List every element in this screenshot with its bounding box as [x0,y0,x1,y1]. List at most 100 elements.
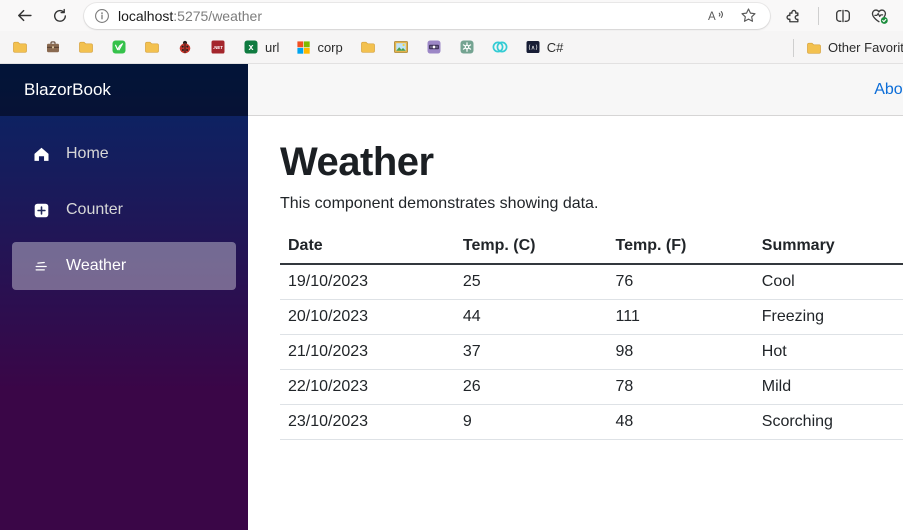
bookmark-label: corp [317,39,343,55]
cell-date: 19/10/2023 [280,264,455,300]
folder-icon [79,41,93,53]
browser-toolbar: localhost:5275/weather A [0,0,903,31]
cell-temp-c: 25 [454,264,608,300]
csharp-site-icon: (∧) [526,41,540,53]
list-icon [32,257,50,275]
folder-icon [145,41,159,53]
cell-date: 21/10/2023 [280,334,455,370]
bookmark-godaddy[interactable] [492,39,508,55]
other-favorites-label: Other Favorites [828,40,903,55]
table-row: 19/10/2023 25 76 Cool [280,264,903,300]
cell-summary: Freezing [753,299,903,335]
teal-swirl-icon [492,41,508,53]
folder-icon [13,41,27,53]
cell-date: 23/10/2023 [280,404,455,440]
read-aloud-icon[interactable]: A [704,4,728,28]
bookmark-green-app[interactable] [111,39,127,55]
sidebar-item-label: Counter [66,201,123,218]
bookmark-csharp[interactable]: (∧) C# [525,39,564,55]
column-header-temp-c: Temp. (C) [454,229,608,265]
column-header-date: Date [280,229,455,265]
other-favorites[interactable]: Other Favorites [793,31,903,64]
cell-temp-f: 48 [607,404,754,440]
cell-temp-f: 76 [607,264,754,300]
refresh-icon[interactable] [48,4,72,28]
cell-summary: Scorching [753,404,903,440]
dotnet-icon: .NET [211,40,225,54]
cell-temp-c: 9 [454,404,608,440]
microsoft-icon [297,40,311,54]
page-subtitle: This component demonstrates showing data… [280,195,599,212]
home-icon [32,145,50,163]
sidebar-item-counter[interactable]: Counter [12,186,236,234]
sidebar-nav: Home Counter Weather [0,116,248,290]
bookmark-purple-app[interactable] [426,39,442,55]
bookmark-folder[interactable] [78,39,94,55]
bookmark-label: url [265,39,280,55]
bookmark-microsoft-corp[interactable]: corp [296,39,343,55]
back-icon[interactable] [12,4,36,28]
browser-essentials-icon[interactable] [867,4,891,28]
bookmark-folder[interactable] [144,39,160,55]
address-bar[interactable]: localhost:5275/weather A [84,2,770,29]
bookmarks-bar: .NET x url corp (∧) C# Other Favorites [0,31,903,64]
table-row: 20/10/2023 44 111 Freezing [280,299,903,335]
bookmark-excel-url[interactable]: x url [243,39,279,55]
cell-temp-f: 98 [607,334,754,370]
sidebar-item-home[interactable]: Home [12,130,236,178]
bookmark-briefcase[interactable] [45,39,61,55]
sidebar-item-label: Home [66,145,109,162]
cell-date: 20/10/2023 [280,299,455,335]
app-brand[interactable]: BlazorBook [24,80,111,100]
weather-table: Date Temp. (C) Temp. (F) Summary 19/10/2… [280,229,903,440]
cell-summary: Hot [753,334,903,370]
cell-temp-f: 111 [607,299,754,335]
cell-summary: Cool [753,264,903,300]
bookmark-openai[interactable] [459,39,475,55]
cell-date: 22/10/2023 [280,369,455,405]
bookmark-folder[interactable] [360,39,376,55]
url-path: :5275/weather [173,7,262,24]
about-link[interactable]: About [874,81,903,99]
split-screen-icon[interactable] [831,4,855,28]
green-check-app-icon [112,40,126,54]
bookmarks-divider [793,38,794,57]
cell-summary: Mild [753,369,903,405]
toolbar-divider [818,6,819,25]
sidebar-item-label: Weather [66,257,127,274]
bookmark-label: C# [546,39,564,55]
bookmark-folder[interactable] [12,39,28,55]
svg-text:(∧): (∧) [528,45,537,52]
cell-temp-c: 26 [454,369,608,405]
table-row: 22/10/2023 26 78 Mild [280,369,903,405]
sidebar: BlazorBook Home Counter Weather [0,64,248,530]
extensions-icon[interactable] [782,4,806,28]
bookmark-ladybug[interactable] [177,39,193,55]
bookmark-dotnet[interactable]: .NET [210,39,226,55]
main-top-row: About [248,64,903,116]
folder-icon [360,41,375,53]
main-area: About Weather This component demonstrate… [248,64,903,530]
page-title: Weather [280,140,434,184]
purple-app-icon [427,40,441,54]
plus-square-icon [32,201,50,219]
favorite-star-icon[interactable] [736,4,760,28]
column-header-temp-f: Temp. (F) [607,229,754,265]
table-row: 23/10/2023 9 48 Scorching [280,404,903,440]
cell-temp-f: 78 [607,369,754,405]
url-host: localhost [118,7,174,24]
picture-icon [393,41,408,53]
url-text[interactable]: localhost:5275/weather [118,8,696,24]
table-header-row: Date Temp. (C) Temp. (F) Summary [280,229,903,265]
page-content: Weather This component demonstrates show… [248,116,903,440]
site-info-icon[interactable] [94,8,110,24]
briefcase-icon [47,41,59,53]
sidebar-item-weather[interactable]: Weather [12,242,236,290]
ladybug-icon [179,40,191,54]
brand-row: BlazorBook [0,64,248,116]
svg-text:.NET: .NET [213,45,223,50]
blazor-app: BlazorBook Home Counter Weather Abo Weat… [0,64,903,530]
bookmark-picture[interactable] [393,39,409,55]
excel-icon: x [244,40,258,54]
svg-text:x: x [248,42,253,52]
